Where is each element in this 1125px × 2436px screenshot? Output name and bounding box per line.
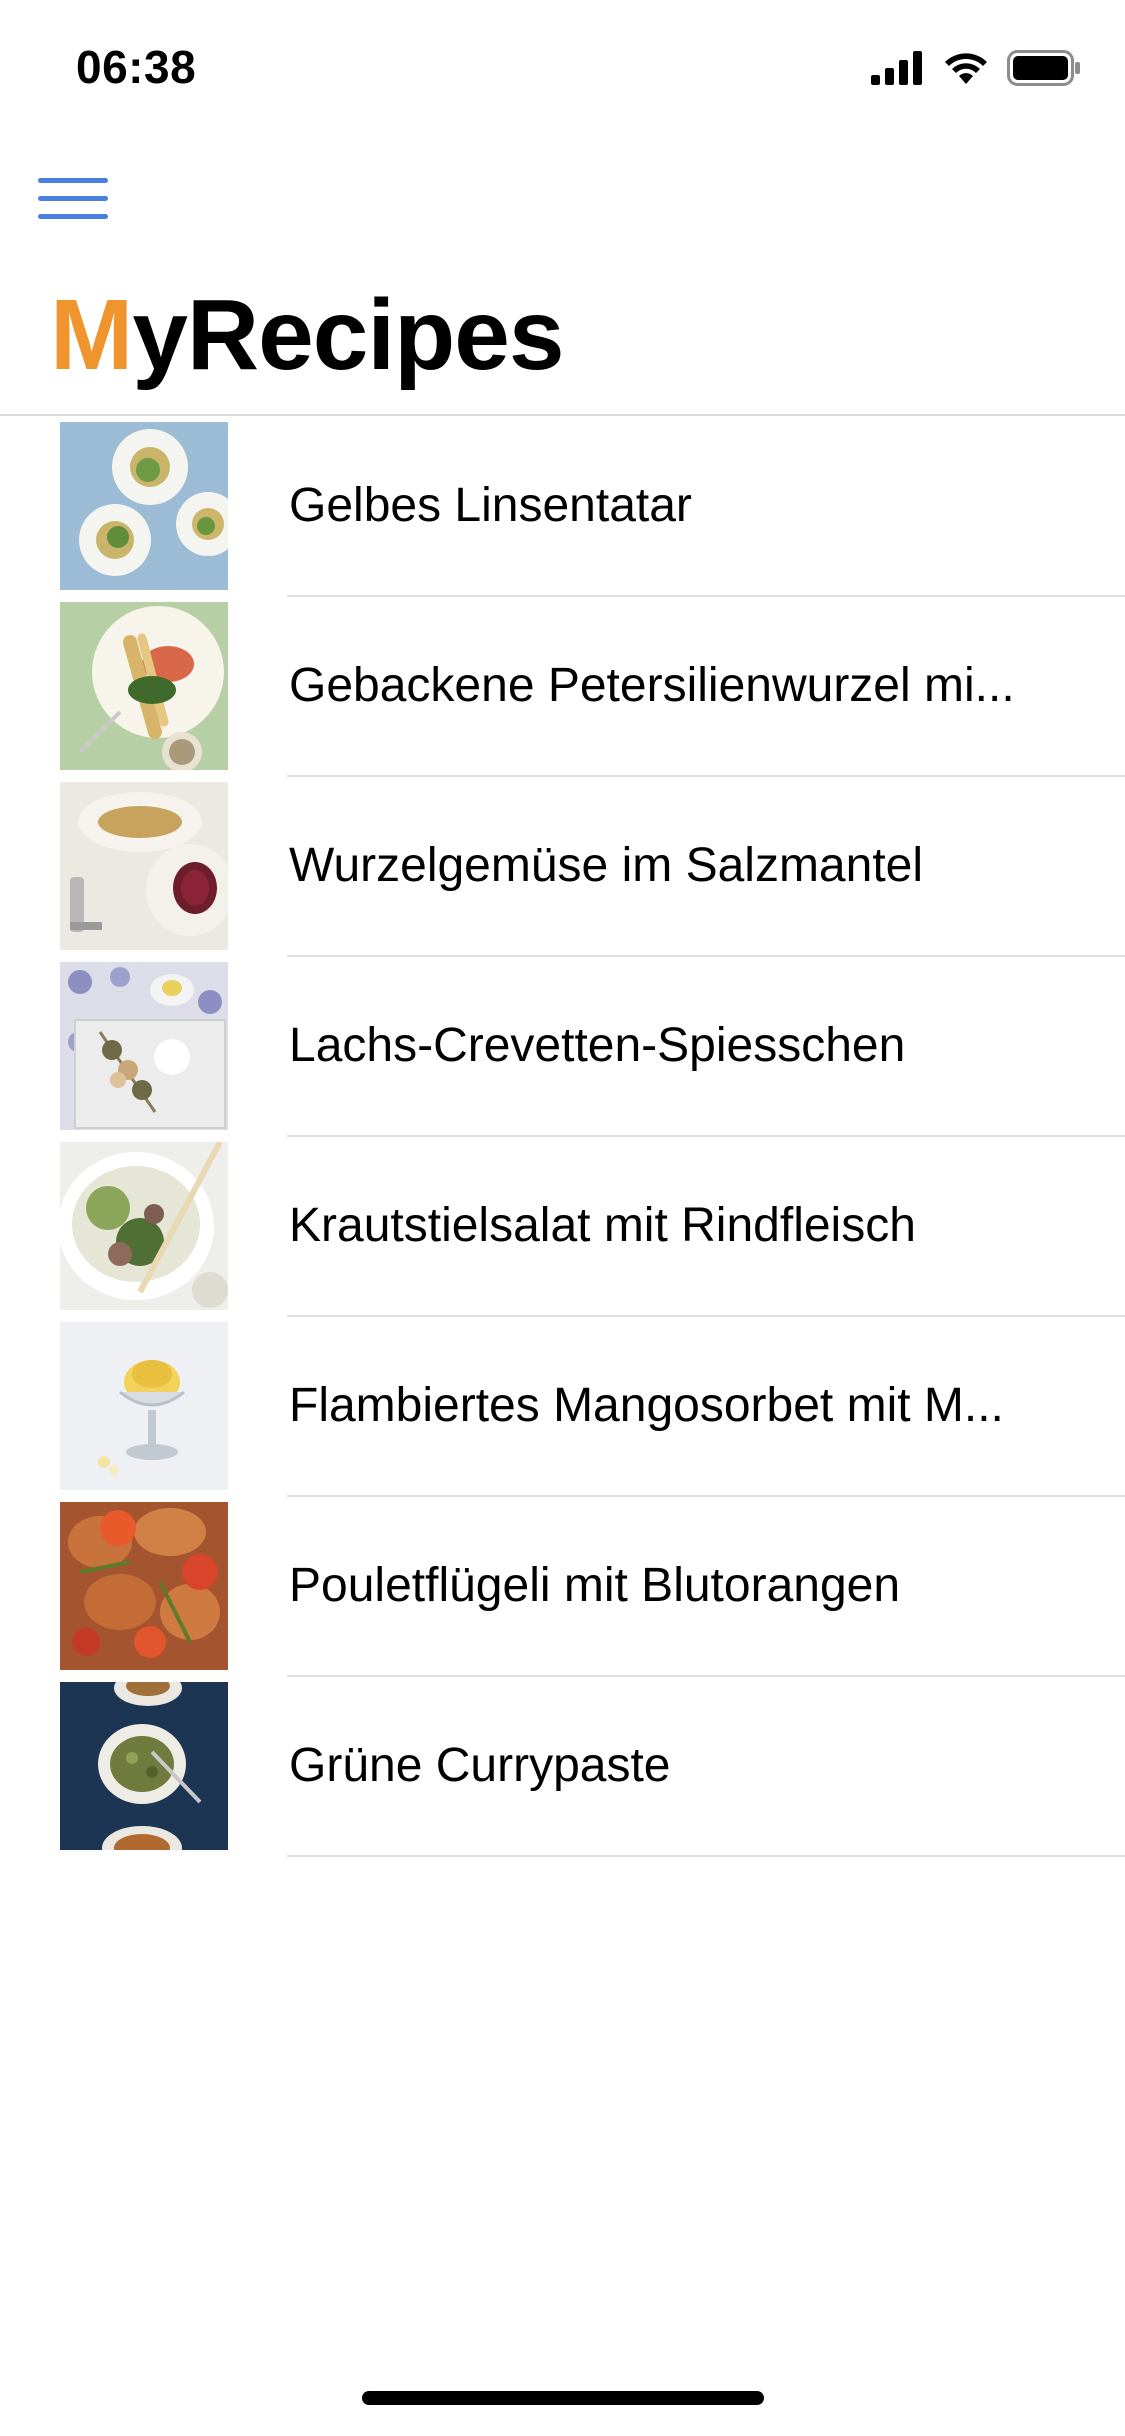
page-title: MyRecipes	[50, 279, 564, 391]
status-time: 06:38	[76, 41, 197, 93]
wifi-icon	[945, 53, 987, 84]
page-title-accent: M	[50, 279, 133, 391]
recipe-title: Wurzelgemüse im Salzmantel	[289, 839, 924, 892]
page-title-rest: yRecipes	[132, 279, 564, 391]
recipe-row[interactable]: Wurzelgemüse im Salzmantel	[0, 776, 1125, 957]
recipe-row[interactable]: Gelbes Linsentatar	[0, 416, 1125, 597]
status-bar: 06:38	[0, 0, 1125, 132]
recipe-thumbnail	[60, 1682, 228, 1850]
recipe-thumbnail	[60, 1502, 228, 1670]
home-indicator[interactable]	[362, 2391, 764, 2405]
recipe-title: Grüne Currypaste	[289, 1739, 671, 1792]
recipe-thumbnail	[60, 1322, 228, 1490]
menu-bar	[38, 196, 108, 201]
recipe-row[interactable]: Grüne Currypaste	[0, 1676, 1125, 1857]
recipe-thumbnail	[60, 422, 228, 590]
recipe-thumbnail	[60, 1142, 228, 1310]
recipe-row[interactable]: Gebackene Petersilienwurzel mi...	[0, 596, 1125, 777]
menu-bar	[38, 178, 108, 183]
recipe-title: Krautstielsalat mit Rindfleisch	[289, 1199, 916, 1252]
status-icons	[871, 48, 1081, 88]
recipe-list: Gelbes Linsentatar Gebackene Petersilien…	[0, 416, 1125, 1857]
recipe-thumbnail	[60, 782, 228, 950]
recipe-title: Gebackene Petersilienwurzel mi...	[289, 659, 1015, 712]
hamburger-menu-icon[interactable]	[38, 176, 110, 224]
recipe-row[interactable]: Pouletflügeli mit Blutorangen	[0, 1496, 1125, 1677]
cellular-signal-icon	[871, 51, 922, 85]
recipe-title: Flambiertes Mangosorbet mit M...	[289, 1379, 1004, 1432]
row-divider	[287, 1855, 1125, 1857]
recipe-thumbnail	[60, 962, 228, 1130]
recipe-title: Lachs-Crevetten-Spiesschen	[289, 1019, 906, 1072]
recipe-row[interactable]: Lachs-Crevetten-Spiesschen	[0, 956, 1125, 1137]
recipe-title: Pouletflügeli mit Blutorangen	[289, 1559, 901, 1612]
recipe-title: Gelbes Linsentatar	[289, 479, 692, 532]
recipe-thumbnail	[60, 602, 228, 770]
recipe-row[interactable]: Krautstielsalat mit Rindfleisch	[0, 1136, 1125, 1317]
battery-icon	[1007, 50, 1080, 86]
menu-bar	[38, 214, 108, 219]
recipe-row[interactable]: Flambiertes Mangosorbet mit M...	[0, 1316, 1125, 1497]
